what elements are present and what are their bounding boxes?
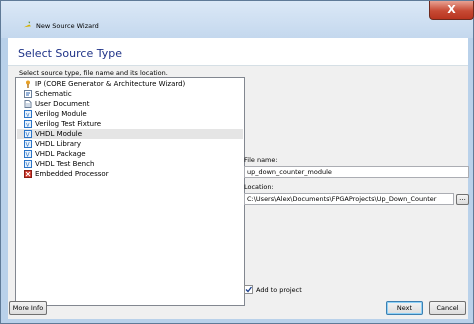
- header-pane: Select Source Type: [8, 38, 468, 66]
- list-item-ip-core[interactable]: IP (CORE Generator & Architecture Wizard…: [17, 79, 243, 89]
- close-button[interactable]: X: [429, 1, 474, 20]
- vhdl-module-icon: V: [24, 130, 32, 138]
- document-icon: [24, 100, 32, 108]
- list-item-verilog-test-fixture[interactable]: v Verilog Test Fixture: [17, 119, 243, 129]
- list-item-label: Schematic: [35, 90, 72, 98]
- wizard-window: New Source Wizard X Select Source Type S…: [0, 0, 474, 324]
- wizard-body: Select Source Type Select source type, f…: [8, 38, 469, 319]
- window-title: New Source Wizard: [36, 22, 99, 30]
- verilog-test-fixture-icon: v: [24, 120, 32, 128]
- list-item-label: VHDL Module: [35, 130, 83, 138]
- add-to-project-checkbox[interactable]: [244, 285, 253, 294]
- list-item-vhdl-library[interactable]: V VHDL Library: [17, 139, 243, 149]
- list-item-label: Verilog Module: [35, 110, 87, 118]
- verilog-module-icon: v: [24, 110, 32, 118]
- vhdl-package-icon: V: [24, 150, 32, 158]
- vhdl-library-icon: V: [24, 140, 32, 148]
- svg-text:v: v: [26, 112, 30, 119]
- embedded-processor-icon: [24, 170, 32, 178]
- list-item-vhdl-package[interactable]: V VHDL Package: [17, 149, 243, 159]
- list-item-label: IP (CORE Generator & Architecture Wizard…: [35, 80, 186, 88]
- next-button[interactable]: Next: [386, 301, 423, 315]
- list-item-schematic[interactable]: Schematic: [17, 89, 243, 99]
- list-item-verilog-module[interactable]: v Verilog Module: [17, 109, 243, 119]
- list-item-user-document[interactable]: User Document: [17, 99, 243, 109]
- add-to-project-label: Add to project: [256, 286, 302, 294]
- ip-core-icon: [26, 80, 30, 88]
- list-item-label: Embedded Processor: [35, 170, 109, 178]
- file-name-label: File name:: [244, 156, 278, 164]
- cancel-button[interactable]: Cancel: [429, 301, 466, 315]
- svg-text:v: v: [26, 122, 30, 129]
- schematic-icon: [24, 90, 32, 98]
- page-title: Select Source Type: [18, 47, 122, 60]
- list-item-vhdl-test-bench[interactable]: V VHDL Test Bench: [17, 159, 243, 169]
- vhdl-test-bench-icon: V: [24, 160, 32, 168]
- location-input[interactable]: C:\Users\Alex\Documents\FPGAProjects\Up_…: [244, 193, 454, 205]
- list-item-embedded-processor[interactable]: Embedded Processor: [17, 169, 243, 179]
- location-label: Location:: [244, 183, 274, 191]
- file-name-input[interactable]: up_down_counter_module: [244, 166, 469, 178]
- instructions-text: Select source type, file name and its lo…: [19, 69, 168, 77]
- list-item-vhdl-module[interactable]: V VHDL Module: [17, 129, 243, 139]
- wizard-wand-icon: [23, 21, 32, 28]
- list-item-label: VHDL Package: [35, 150, 86, 158]
- checkmark-icon: [245, 286, 252, 293]
- list-item-label: VHDL Library: [35, 140, 82, 148]
- more-info-button[interactable]: More Info: [9, 301, 47, 315]
- list-item-label: User Document: [35, 100, 90, 108]
- browse-button[interactable]: ...: [456, 194, 469, 205]
- source-type-list[interactable]: IP (CORE Generator & Architecture Wizard…: [15, 77, 245, 306]
- list-item-label: Verilog Test Fixture: [35, 120, 102, 128]
- list-item-label: VHDL Test Bench: [35, 160, 95, 168]
- title-bar[interactable]: New Source Wizard X: [1, 1, 474, 38]
